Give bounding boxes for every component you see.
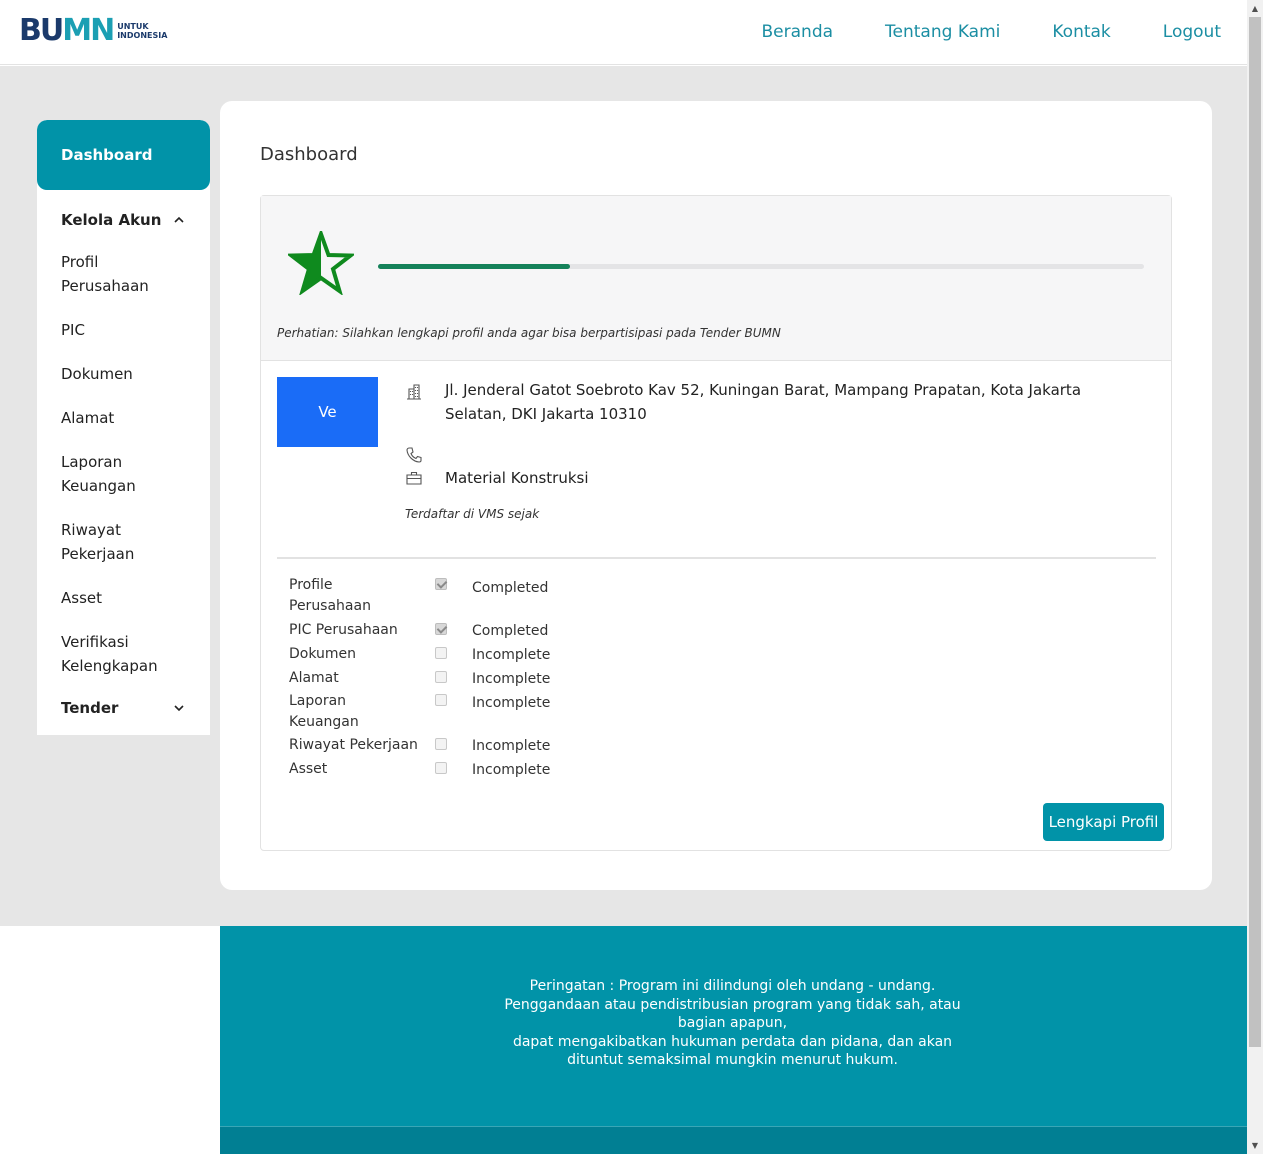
status-value: Incomplete — [472, 738, 551, 754]
logo-tagline: UNTUK INDONESIA — [117, 22, 168, 40]
footer-warning: Peringatan : Program ini dilindungi oleh… — [490, 977, 975, 1070]
status-checkbox[interactable] — [435, 671, 447, 683]
sidebar-group-label: Tender — [61, 699, 119, 717]
status-label: Profile Perusahaan — [289, 577, 371, 614]
status-label: Riwayat Pekerjaan — [289, 737, 418, 753]
lengkapi-profil-button[interactable]: Lengkapi Profil — [1043, 803, 1164, 841]
sidebar-menu: Kelola Akun Profil Perusahaan PIC Dokume… — [37, 190, 210, 680]
scroll-down-arrow-icon[interactable]: ▼ — [1247, 1137, 1263, 1154]
footer-line: dapat mengakibatkan hukuman perdata dan … — [512, 1033, 953, 1069]
nav-beranda[interactable]: Beranda — [762, 20, 834, 44]
company-avatar: Ve — [277, 377, 378, 447]
sidebar-group-kelola-akun[interactable]: Kelola Akun — [37, 190, 210, 250]
main-nav: Beranda Tentang Kami Kontak Logout — [710, 20, 1221, 44]
scrollbar-thumb[interactable] — [1249, 17, 1261, 1047]
chevron-down-icon — [174, 705, 184, 712]
status-checkbox[interactable] — [435, 762, 447, 774]
status-checkbox[interactable] — [435, 623, 447, 635]
status-value: Incomplete — [472, 695, 551, 711]
nav-tentang-kami[interactable]: Tentang Kami — [885, 20, 1000, 44]
status-label: Alamat — [289, 670, 339, 686]
status-value: Incomplete — [472, 671, 551, 687]
bumn-logo[interactable]: BUMN UNTUK INDONESIA — [19, 15, 167, 47]
footer-line: Peringatan : Program ini dilindungi oleh… — [529, 978, 936, 994]
sidebar-item-alamat[interactable]: Alamat — [37, 396, 210, 440]
status-label: Dokumen — [289, 646, 357, 662]
status-label: Asset — [289, 761, 328, 777]
briefcase-icon — [406, 471, 422, 485]
status-checkbox[interactable] — [435, 738, 447, 750]
company-category: Material Konstruksi — [445, 469, 589, 487]
footer-bottom-bar — [220, 1126, 1247, 1154]
sidebar-item-laporan-keuangan[interactable]: Laporan Keuangan — [37, 440, 210, 508]
logo-mark: BUMN — [19, 13, 115, 48]
progress-fill — [378, 264, 570, 269]
sidebar-group-label: Kelola Akun — [61, 211, 162, 229]
page-scrollbar[interactable]: ▲ ▼ — [1247, 0, 1263, 1154]
status-value: Completed — [472, 623, 549, 639]
completion-notice: Perhatian: Silahkan lengkapi profil anda… — [277, 326, 781, 340]
nav-logout[interactable]: Logout — [1163, 20, 1221, 44]
sidebar-item-asset[interactable]: Asset — [37, 576, 210, 620]
registered-since: Terdaftar di VMS sejak — [405, 507, 540, 521]
sidebar: Dashboard Kelola Akun Profil Perusahaan … — [37, 120, 210, 735]
profile-card: Perhatian: Silahkan lengkapi profil anda… — [260, 195, 1172, 851]
building-icon — [407, 384, 421, 400]
scroll-up-arrow-icon[interactable]: ▲ — [1247, 0, 1263, 17]
company-address: Jl. Jenderal Gatot Soebroto Kav 52, Kuni… — [445, 381, 1082, 423]
status-checkbox[interactable] — [435, 578, 447, 590]
sidebar-item-profil-perusahaan[interactable]: Profil Perusahaan — [37, 250, 210, 308]
footer-line: Penggandaan atau pendistribusian program… — [504, 996, 961, 1032]
profile-progress-panel: Perhatian: Silahkan lengkapi profil anda… — [261, 196, 1171, 361]
top-navbar: BUMN UNTUK INDONESIA Beranda Tentang Kam… — [0, 0, 1247, 65]
sidebar-submenu[interactable]: Profil Perusahaan PIC Dokumen Alamat Lap… — [37, 250, 210, 677]
phone-icon — [406, 447, 422, 463]
dashboard-card: Dashboard Perhatian: Silahkan lengkapi p… — [220, 101, 1212, 890]
status-label: Laporan Keuangan — [289, 693, 359, 730]
section-divider — [277, 557, 1156, 559]
sidebar-item-pic[interactable]: PIC — [37, 308, 210, 352]
sidebar-group-tender[interactable]: Tender — [37, 678, 210, 735]
half-star-icon — [288, 231, 354, 295]
status-label: PIC Perusahaan — [289, 622, 398, 638]
status-value: Incomplete — [472, 762, 551, 778]
status-value: Incomplete — [472, 647, 551, 663]
status-checkbox[interactable] — [435, 647, 447, 659]
sidebar-item-riwayat-pekerjaan[interactable]: Riwayat Pekerjaan — [37, 508, 210, 576]
page-title: Dashboard — [260, 144, 358, 165]
profile-progress-bar — [378, 264, 1144, 269]
sidebar-item-dokumen[interactable]: Dokumen — [37, 352, 210, 396]
status-checkbox[interactable] — [435, 694, 447, 706]
sidebar-item-dashboard[interactable]: Dashboard — [37, 120, 210, 190]
sidebar-item-verifikasi[interactable]: Verifikasi Kelengkapan — [37, 620, 210, 677]
footer: Peringatan : Program ini dilindungi oleh… — [220, 926, 1247, 1154]
status-value: Completed — [472, 580, 549, 596]
chevron-up-icon — [174, 216, 184, 223]
nav-kontak[interactable]: Kontak — [1052, 20, 1110, 44]
